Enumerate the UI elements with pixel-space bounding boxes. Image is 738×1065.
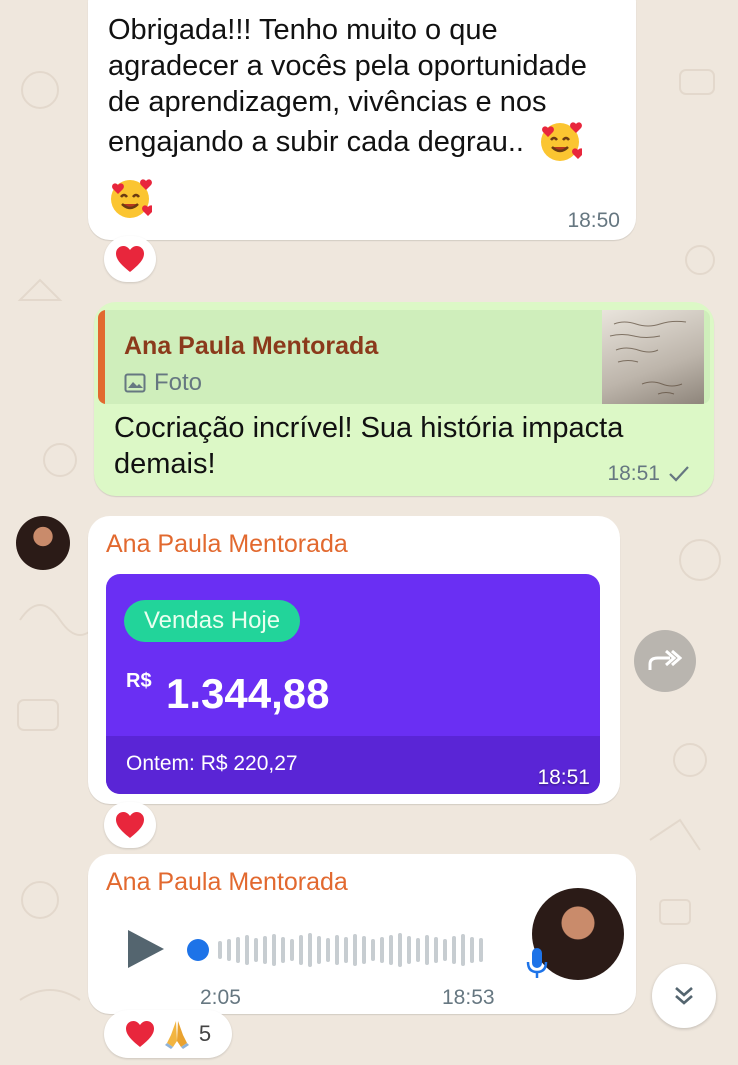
message-line: Obrigada!!! Tenho muito o que bbox=[108, 14, 498, 46]
outgoing-message-bubble[interactable]: Ana Paula Mentorada Foto Cocriação incrí… bbox=[94, 302, 714, 496]
waveform-bar bbox=[389, 935, 393, 965]
waveform-bar bbox=[425, 935, 429, 965]
waveform-bar bbox=[380, 937, 384, 963]
play-icon[interactable] bbox=[126, 928, 166, 970]
waveform-bar bbox=[479, 938, 483, 962]
forward-icon bbox=[648, 649, 682, 670]
sales-badge: Vendas Hoje bbox=[124, 600, 301, 642]
photo-icon bbox=[124, 373, 146, 393]
waveform-bar bbox=[299, 935, 303, 965]
waveform-bar bbox=[254, 938, 258, 962]
waveform-bar bbox=[218, 941, 222, 959]
incoming-message-bubble[interactable]: Obrigada!!! Tenho muito o que agradecer … bbox=[88, 0, 636, 240]
single-check-icon bbox=[669, 466, 689, 482]
waveform-bar bbox=[362, 936, 366, 964]
waveform-bar bbox=[416, 938, 420, 962]
quoted-reply[interactable]: Ana Paula Mentorada Foto bbox=[98, 310, 710, 404]
smiling-face-with-hearts-icon bbox=[111, 179, 152, 218]
heart-icon bbox=[116, 812, 144, 838]
waveform-bar bbox=[308, 933, 312, 967]
message-time: 18:53 bbox=[442, 986, 495, 1009]
sender-name[interactable]: Ana Paula Mentorada bbox=[106, 530, 348, 559]
waveform-bar bbox=[353, 934, 357, 966]
reactions-summary[interactable]: 5 bbox=[104, 1010, 232, 1058]
message-text: Obrigada!!! Tenho muito o que agradecer … bbox=[108, 12, 587, 164]
double-chevron-down-icon bbox=[675, 987, 693, 1005]
message-line: agradecer a vocês pela oportunidade bbox=[108, 50, 587, 82]
waveform-bar bbox=[407, 936, 411, 964]
incoming-voice-bubble[interactable]: Ana Paula Mentorada 2:05 18:53 bbox=[88, 854, 636, 1014]
message-time: 18:50 bbox=[567, 209, 620, 232]
waveform-bar bbox=[344, 937, 348, 963]
message-line: de aprendizagem, vivências e nos bbox=[108, 86, 547, 118]
waveform-bar bbox=[236, 937, 240, 963]
waveform-bar bbox=[245, 935, 249, 965]
waveform-bar bbox=[443, 939, 447, 961]
forward-button[interactable] bbox=[634, 630, 696, 692]
waveform-bar bbox=[470, 937, 474, 963]
waveform-bar bbox=[281, 937, 285, 963]
heart-icon bbox=[125, 1021, 154, 1047]
waveform-bar bbox=[317, 936, 321, 964]
sender-avatar[interactable] bbox=[16, 516, 70, 570]
sales-screenshot-image[interactable]: Vendas Hoje R$ 1.344,88 Ontem: R$ 220,27… bbox=[106, 574, 600, 794]
waveform-bar bbox=[371, 939, 375, 961]
waveform-bar bbox=[227, 939, 231, 961]
message-text: Cocriação incrível! Sua história impacta… bbox=[114, 410, 623, 482]
waveform-bar bbox=[335, 935, 339, 965]
quote-author: Ana Paula Mentorada bbox=[124, 332, 379, 360]
waveform-bar bbox=[272, 934, 276, 966]
reaction-count: 5 bbox=[198, 1021, 212, 1046]
folded-hands-icon bbox=[164, 1021, 189, 1049]
message-line: demais! bbox=[114, 448, 216, 480]
sender-name[interactable]: Ana Paula Mentorada bbox=[106, 868, 348, 897]
yesterday-sales: Ontem: R$ 220,27 bbox=[126, 752, 298, 775]
photo-thumbnail[interactable] bbox=[602, 310, 704, 404]
smiling-face-with-hearts-icon bbox=[540, 122, 582, 161]
microphone-icon bbox=[526, 948, 548, 978]
reaction-badge[interactable] bbox=[104, 236, 156, 282]
card-footer: Ontem: R$ 220,27 bbox=[106, 736, 600, 794]
audio-duration: 2:05 bbox=[200, 986, 241, 1009]
waveform-bar bbox=[434, 937, 438, 963]
currency-label: R$ bbox=[126, 670, 152, 692]
sales-amount: 1.344,88 bbox=[166, 670, 330, 717]
waveform-bar bbox=[398, 933, 402, 967]
scroll-to-bottom-button[interactable] bbox=[652, 964, 716, 1028]
quote-type: Foto bbox=[154, 369, 203, 396]
incoming-image-bubble[interactable]: Ana Paula Mentorada Vendas Hoje R$ 1.344… bbox=[88, 516, 620, 804]
reaction-badge[interactable] bbox=[104, 802, 156, 848]
waveform-bar bbox=[461, 934, 465, 966]
message-line: engajando a subir cada degrau.. bbox=[108, 126, 524, 158]
waveform-bar bbox=[452, 936, 456, 964]
waveform-bar bbox=[290, 939, 294, 961]
heart-icon bbox=[116, 246, 144, 272]
quote-accent-bar bbox=[98, 310, 105, 404]
waveform-bar bbox=[326, 938, 330, 962]
message-time: 18:51 bbox=[537, 766, 590, 789]
waveform-bar bbox=[263, 936, 267, 964]
message-line: Cocriação incrível! Sua história impacta bbox=[114, 412, 624, 444]
handwritten-note-icon bbox=[609, 320, 687, 395]
audio-waveform[interactable] bbox=[184, 930, 496, 970]
message-time: 18:51 bbox=[607, 462, 660, 485]
